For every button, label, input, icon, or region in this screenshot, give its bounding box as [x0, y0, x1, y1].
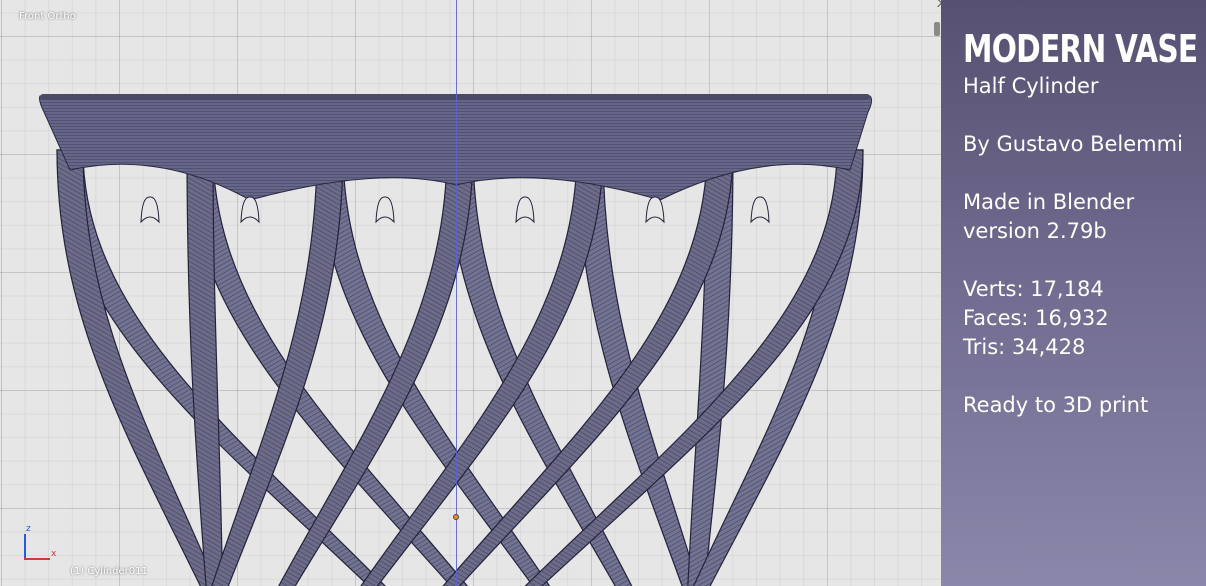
- vase-mesh[interactable]: [0, 0, 941, 586]
- active-object-label: (1) Cylinder011: [70, 566, 148, 577]
- panel-tris: Tris: 34,428: [963, 335, 1086, 359]
- vase-lip: [40, 94, 870, 100]
- gizmo-z-label: z: [26, 524, 31, 534]
- vase-arch-opening: [140, 196, 160, 224]
- axis-gizmo-icon: z x: [18, 524, 68, 564]
- vase-arch-opening: [240, 196, 260, 224]
- panel-author: By Gustavo Belemmi: [963, 132, 1183, 156]
- 3d-viewport[interactable]: Front Ortho z x (1) Cylinder011: [0, 0, 941, 586]
- panel-faces: Faces: 16,932: [963, 306, 1109, 330]
- panel-verts: Verts: 17,184: [963, 277, 1104, 301]
- vase-arch-opening: [750, 196, 770, 224]
- region-scroll-handle[interactable]: [934, 22, 940, 36]
- vase-arch-opening: [645, 196, 665, 224]
- panel-title: MODERN VASE: [963, 27, 1198, 71]
- vertical-axis-line: [456, 0, 457, 586]
- panel-version: version 2.79b: [963, 219, 1107, 243]
- vase-arch-opening: [375, 196, 395, 224]
- panel-print-ready: Ready to 3D print: [963, 393, 1149, 417]
- info-panel: MODERN VASE Half Cylinder By Gustavo Bel…: [941, 0, 1206, 586]
- panel-subtitle: Half Cylinder: [963, 74, 1099, 98]
- object-origin-icon[interactable]: [453, 514, 459, 520]
- gizmo-x-label: x: [51, 549, 57, 559]
- view-name-label: Front Ortho: [19, 11, 76, 22]
- vase-arch-opening: [515, 196, 535, 224]
- panel-made-in: Made in Blender: [963, 190, 1135, 214]
